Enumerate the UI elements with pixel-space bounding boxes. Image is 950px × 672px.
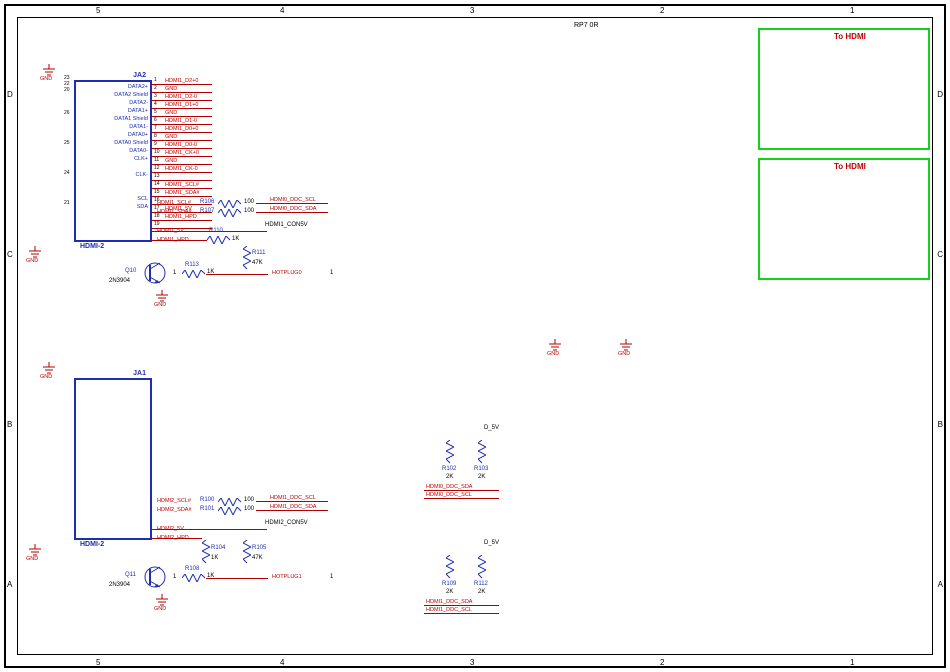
connector-ja2: JA2 HDMI-2 DATA2+DATA2 ShieldDATA2-DATA1… [74,80,152,242]
pin-label: DATA2 Shield [114,92,148,98]
pin-number: 3 [154,93,157,99]
grid-col: 5 [96,6,100,15]
desc-ja2: HDMI-2 [80,243,104,250]
pin-number: 14 [154,181,160,187]
pin-label: DATA1- [129,124,148,130]
pin-number: 21 [64,200,70,206]
grid-col: 1 [850,6,854,15]
pin-number: 12 [154,165,160,171]
net-wire [152,220,212,221]
to-hdmi-box-1: To HDMI [758,28,930,150]
net-wire [152,188,212,189]
ref-ja2: JA2 [133,72,146,79]
ref-ja1: JA1 [133,370,146,377]
net-wire [152,132,212,133]
grid-col: 3 [470,658,474,667]
net-label: HDMI1_SCL# [165,182,199,188]
net-label: HDMI1_D0-0 [165,142,197,148]
net-wire [152,172,212,173]
pin-number: 11 [154,157,159,163]
net-wire [152,108,212,109]
net-label: GND [165,134,177,140]
pin-number: 6 [154,117,157,123]
pin-number: 24 [64,170,70,176]
gnd-icon [155,290,169,302]
pin-label: DATA1+ [128,108,148,114]
net-label: GND [165,86,177,92]
pin-label: CLK- [135,172,148,178]
gnd-icon [548,339,562,351]
grid-col: 4 [280,658,284,667]
transistor-q10 [140,258,170,288]
pin-number: 4 [154,101,157,107]
pin-label: DATA0 Shield [114,140,148,146]
connector-ja1: JA1 HDMI-2 [74,378,152,540]
grid-col: 2 [660,6,664,15]
pin-label: CLK+ [134,156,148,162]
net-wire [152,84,212,85]
pin-number: 1 [154,77,157,83]
transistor-q11 [140,562,170,592]
pin-label: DATA0+ [128,132,148,138]
pin-number: 15 [154,189,160,195]
pin-number: 7 [154,125,157,131]
net-label: GND [165,110,177,116]
net-label: HDMI1_D2+0 [165,78,198,84]
net-label: GND [165,158,177,164]
pin-label: DATA2+ [128,84,148,90]
pin-number: 19 [154,221,160,227]
net-label: HDMI1_CK-0 [165,166,198,172]
net-label: HDMI1_D1-0 [165,118,197,124]
gnd-icon [619,339,633,351]
desc-ja1: HDMI-2 [80,541,104,548]
net-wire [152,124,212,125]
net-wire [152,140,212,141]
pin-number: 8 [154,133,157,139]
net-label: HDMI1_D2-0 [165,94,197,100]
net-label: HDMI1_SDA# [165,190,200,196]
pin-number: 5 [154,109,157,115]
net-wire [152,116,212,117]
net-wire [152,180,212,181]
pin-number: 26 [64,110,70,116]
net-label: HDMI1_D0+0 [165,126,198,132]
grid-col: 3 [470,6,474,15]
grid-row: C [7,250,13,259]
schematic-sheet: 5 4 3 2 1 5 4 3 2 1 D C B A D C B A JA2 … [0,0,950,672]
grid-col: 2 [660,658,664,667]
grid-col: 4 [280,6,284,15]
net-label: HDMI1_CK+0 [165,150,199,156]
pin-label: DATA1 Shield [114,116,148,122]
net-wire [152,92,212,93]
pin-number: 25 [64,140,70,146]
grid-row: C [937,250,943,259]
grid-row: A [7,580,12,589]
pin-number: 13 [154,173,160,179]
pin-label: SDA [137,204,148,210]
gnd-icon [155,594,169,606]
grid-row: A [938,580,943,589]
net-wire [152,100,212,101]
net-wire [152,196,212,197]
pin-label: SCL [137,196,148,202]
grid-row: B [7,420,12,429]
grid-row: D [937,90,943,99]
grid-col: 5 [96,658,100,667]
grid-col: 1 [850,658,854,667]
pin-number: 2 [154,85,157,91]
pin-number: 20 [64,87,70,93]
grid-row: D [7,90,13,99]
net-wire [152,164,212,165]
pin-label: DATA2- [129,100,148,106]
net-label: HDMI1_D1+0 [165,102,198,108]
pin-number: 10 [154,149,160,155]
pin-label: DATA0- [129,148,148,154]
net-wire [152,148,212,149]
to-hdmi-box-2: To HDMI [758,158,930,280]
pin-number: 9 [154,141,157,147]
grid-row: B [938,420,943,429]
net-wire [152,156,212,157]
